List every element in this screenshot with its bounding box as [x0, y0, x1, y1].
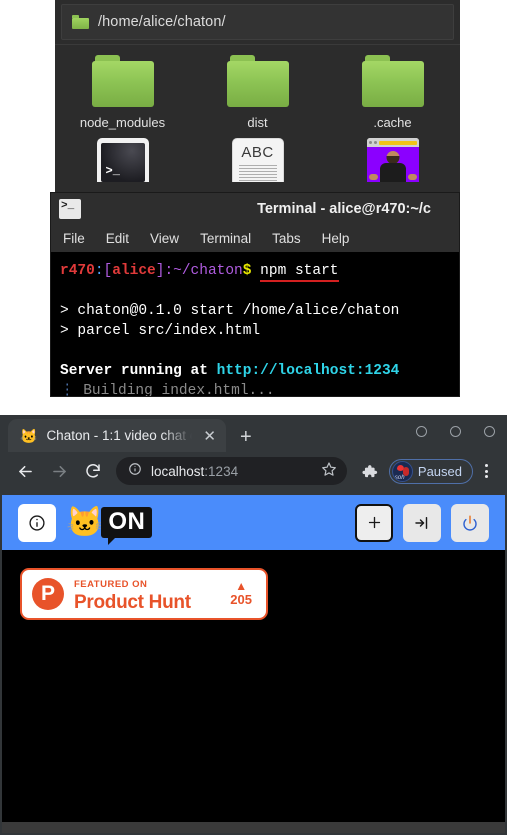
page-bottom-strip [2, 822, 505, 833]
product-hunt-name: Product Hunt [74, 591, 191, 613]
menu-item-help[interactable]: Help [322, 231, 350, 246]
terminal-server-line: Server running at http://localhost:1234 [60, 361, 459, 381]
back-arrow-icon[interactable] [8, 462, 42, 481]
reload-icon[interactable] [76, 462, 110, 480]
prompt-user: alice [112, 263, 156, 279]
document-lines [238, 165, 277, 183]
cat-face-icon: 🐱 [20, 427, 38, 444]
prompt-bracket-open: [ [103, 263, 113, 279]
file-manager-path-bar[interactable]: /home/alice/chaton/ [61, 4, 454, 40]
window-controls [416, 426, 495, 437]
prompt-host: r470 [60, 263, 95, 279]
folder-label: dist [247, 115, 268, 130]
file-manager-path: /home/alice/chaton/ [98, 14, 226, 30]
browser-tab-chaton[interactable]: 🐱 Chaton - 1:1 video chat open sou ✕ [8, 419, 226, 452]
close-window-icon[interactable] [484, 426, 495, 437]
profile-paused-badge[interactable]: soh Paused [388, 458, 473, 484]
app-info-button[interactable] [18, 503, 56, 542]
prompt-dollar: $ [242, 263, 252, 279]
terminal-output-line: > parcel src/index.html [60, 323, 261, 339]
file-item-text-document[interactable]: ABC [190, 138, 325, 182]
menu-item-file[interactable]: File [63, 231, 85, 246]
featured-on-label: FEATURED ON [74, 579, 148, 591]
app-logo: 🐱 ON [66, 505, 153, 545]
browser-tab-strip: 🐱 Chaton - 1:1 video chat open sou ✕ + [0, 415, 507, 452]
browser-toolbar: localhost:1234 soh Paused [0, 452, 507, 490]
terminal-title: Terminal - alice@r470:~/c [257, 201, 431, 217]
app-logo-text: ON [101, 507, 153, 545]
product-hunt-votes: ▲ 205 [230, 580, 256, 608]
join-call-button[interactable] [403, 503, 441, 542]
tab-title: Chaton - 1:1 video chat open sou [46, 428, 192, 443]
spinner-icon: ⋮ [60, 383, 84, 397]
server-url[interactable]: http://localhost:1234 [217, 363, 400, 379]
file-manager-file-grid: >_ ABC [55, 138, 460, 182]
url-port: :1234 [204, 463, 239, 479]
profile-avatar-icon: soh [391, 460, 413, 482]
folder-label: .cache [373, 115, 412, 130]
new-call-button[interactable] [355, 503, 393, 542]
product-hunt-logo-icon: P [32, 578, 64, 610]
menu-item-view[interactable]: View [150, 231, 179, 246]
shell-prompt-glyph: >_ [105, 164, 120, 178]
terminal-menu-bar: File Edit View Terminal Tabs Help [51, 225, 459, 252]
prompt-path: :~/chaton [164, 263, 243, 279]
terminal-output[interactable]: r470:[alice]:~/chaton$ npm start > chaton… [51, 252, 459, 397]
maximize-icon[interactable] [450, 426, 461, 437]
folder-icon [226, 55, 289, 107]
web-page-content: 🐱 ON P FEATURED ON Product Hunt ▲ 205 [2, 495, 505, 833]
profile-badge-label: Paused [417, 463, 462, 479]
plus-icon[interactable]: + [240, 427, 252, 447]
terminal-title-bar[interactable]: Terminal - alice@r470:~/c [51, 193, 459, 225]
close-icon[interactable]: ✕ [201, 427, 218, 445]
file-manager-window: /home/alice/chaton/ node_modules dist .c… [55, 0, 460, 195]
terminal-command: npm start [260, 263, 339, 282]
app-header: 🐱 ON [2, 495, 505, 550]
browser-window: 🐱 Chaton - 1:1 video chat open sou ✕ + [0, 415, 507, 835]
upvote-arrow-icon: ▲ [235, 579, 248, 594]
url-host: localhost [151, 463, 205, 479]
cat-face-icon: 🐱 [66, 505, 104, 539]
star-icon[interactable] [321, 461, 337, 482]
info-circle-icon[interactable] [128, 462, 142, 481]
menu-item-terminal[interactable]: Terminal [200, 231, 251, 246]
server-running-label: Server running at [60, 363, 217, 379]
forward-arrow-icon[interactable] [42, 462, 76, 481]
document-abc-glyph: ABC [241, 144, 274, 161]
menu-item-edit[interactable]: Edit [106, 231, 129, 246]
product-hunt-badge[interactable]: P FEATURED ON Product Hunt ▲ 205 [20, 568, 268, 620]
power-button[interactable] [451, 503, 489, 542]
folder-icon [361, 55, 424, 107]
folder-item-cache[interactable]: .cache [325, 55, 460, 130]
folder-item-dist[interactable]: dist [190, 55, 325, 130]
file-item-shell-script[interactable]: >_ [55, 138, 190, 182]
terminal-building-line: ⋮ Building index.html... [60, 381, 459, 397]
shell-script-icon: >_ [96, 138, 149, 182]
address-bar[interactable]: localhost:1234 [116, 457, 347, 485]
three-dot-menu-icon[interactable] [473, 464, 499, 478]
folder-item-node-modules[interactable]: node_modules [55, 55, 190, 130]
terminal-prompt-line: r470:[alice]:~/chaton$ npm start [60, 261, 459, 282]
upvote-count: 205 [230, 592, 252, 608]
file-item-html-preview[interactable] [325, 138, 460, 182]
product-hunt-text: FEATURED ON Product Hunt [74, 575, 220, 613]
menu-item-tabs[interactable]: Tabs [272, 231, 301, 246]
text-document-icon: ABC [231, 138, 284, 183]
folder-icon [72, 15, 89, 29]
terminal-window: Terminal - alice@r470:~/c File Edit View… [50, 192, 460, 397]
puzzle-piece-icon[interactable] [353, 463, 387, 480]
minimize-icon[interactable] [416, 426, 427, 437]
html-preview-icon [366, 138, 419, 182]
address-bar-text: localhost:1234 [151, 464, 238, 479]
file-manager-folder-grid: node_modules dist .cache [55, 45, 460, 130]
folder-icon [91, 55, 154, 107]
terminal-output-line: > chaton@0.1.0 start /home/alice/chaton [60, 303, 400, 319]
folder-label: node_modules [79, 115, 166, 130]
building-label: Building index.html... [83, 383, 275, 397]
